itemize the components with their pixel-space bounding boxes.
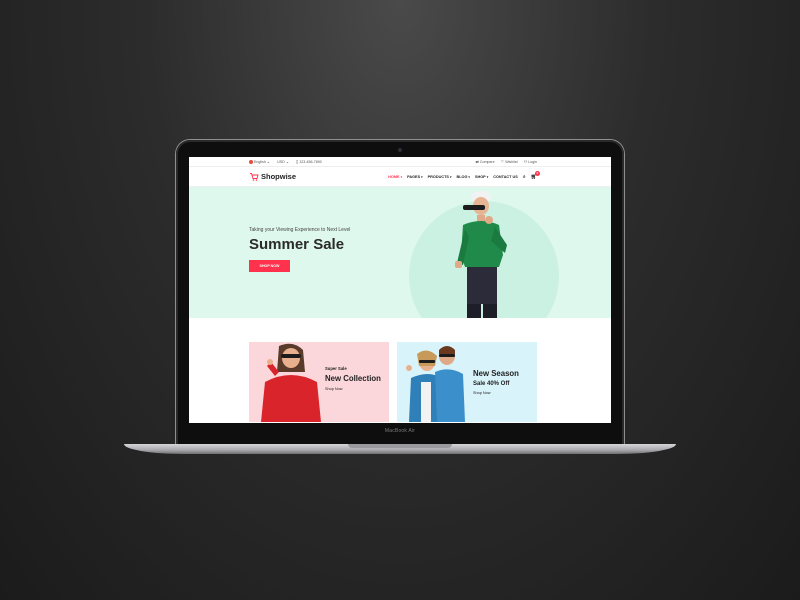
menu-blog[interactable]: BLOG▾ [456, 175, 469, 179]
banner-shop-link[interactable]: Shop Now [473, 391, 519, 395]
chevron-down-icon: ▾ [468, 174, 470, 179]
promo-banners: Super Sale New Collection Shop Now New S… [249, 342, 537, 422]
phone-icon: ▯ [296, 158, 299, 164]
language-selector[interactable]: English ⌄ [249, 158, 271, 165]
chevron-down-icon: ▾ [421, 174, 423, 179]
banner-title: New Season [473, 369, 519, 378]
banner-subtitle: Super Sale [325, 366, 347, 371]
hero-slider: Taking your Viewing Experience to Next L… [189, 187, 611, 318]
cart-logo-icon [250, 172, 259, 181]
banner-shop-link[interactable]: Shop Now [325, 387, 381, 391]
chevron-down-icon: ▾ [449, 174, 452, 179]
heart-icon: ♡ [500, 159, 505, 164]
top-bar: English ⌄ USD ⌄ ▯123-456-7890 ⇄Compare ♡… [189, 157, 611, 167]
chevron-down-icon: ⌄ [266, 158, 271, 164]
flag-icon [249, 160, 253, 165]
login-link[interactable]: ⚇Login [524, 159, 537, 164]
laptop-lid: English ⌄ USD ⌄ ▯123-456-7890 ⇄Compare ♡… [176, 140, 624, 446]
banner-subtitle: Sale 40% Off [473, 381, 510, 387]
cart-button[interactable]: 🛒︎ 0 [531, 170, 540, 180]
hero-title: Summer Sale [249, 236, 345, 253]
banner-model-woman-image [261, 343, 321, 422]
menu-home[interactable]: HOME▾ [388, 175, 402, 179]
promo-banner-season[interactable]: New Season Sale 40% Off Shop Now [397, 342, 537, 422]
banner-text: New Season Sale 40% Off Shop Now [473, 366, 519, 395]
logo-text: Shopwise [261, 172, 297, 181]
menu-contact[interactable]: CONTACT US [493, 175, 518, 179]
nav-icons: ⌕ 🛒︎ 0 [523, 170, 540, 180]
laptop-screen: English ⌄ USD ⌄ ▯123-456-7890 ⇄Compare ♡… [189, 157, 611, 423]
logo[interactable]: Shopwise [249, 172, 296, 182]
hero-model-image [455, 191, 507, 318]
banner-text: Super Sale New Collection Shop Now [325, 366, 381, 391]
hero-text: Taking your Viewing Experience to Next L… [249, 227, 350, 272]
laptop-notch [348, 444, 452, 448]
search-icon[interactable]: ⌕ [523, 174, 526, 180]
currency-selector[interactable]: USD ⌄ [277, 159, 290, 164]
compare-link[interactable]: ⇄Compare [475, 159, 494, 164]
wishlist-link[interactable]: ♡Wishlist [501, 159, 518, 164]
menu-products[interactable]: PRODUCTS▾ [428, 175, 452, 179]
main-menu: HOME▾ PAGES▾ PRODUCTS▾ BLOG▾ SHOP▾ CONTA… [388, 170, 540, 180]
menu-shop[interactable]: SHOP▾ [475, 175, 488, 179]
menu-pages[interactable]: PAGES▾ [407, 175, 423, 179]
laptop-brand-label: MacBook Air [384, 428, 416, 434]
camera-icon [398, 148, 402, 152]
banner-model-couple-image [406, 346, 465, 422]
chevron-down-icon: ⌄ [285, 158, 290, 164]
promo-banner-collection[interactable]: Super Sale New Collection Shop Now [249, 342, 389, 422]
chevron-down-icon: ▾ [486, 174, 489, 179]
navbar: Shopwise HOME▾ PAGES▾ PRODUCTS▾ BLOG▾ SH… [189, 167, 611, 187]
chevron-down-icon: ▾ [400, 174, 403, 179]
compare-icon: ⇄ [475, 159, 479, 164]
banner-title: New Collection [325, 374, 381, 383]
phone: ▯123-456-7890 [296, 158, 322, 164]
shop-now-button[interactable]: SHOP NOW [249, 260, 290, 272]
user-icon: ⚇ [523, 159, 528, 164]
cart-count-badge: 0 [535, 170, 540, 176]
laptop-base [124, 444, 676, 454]
hero-tagline: Taking your Viewing Experience to Next L… [249, 227, 351, 233]
